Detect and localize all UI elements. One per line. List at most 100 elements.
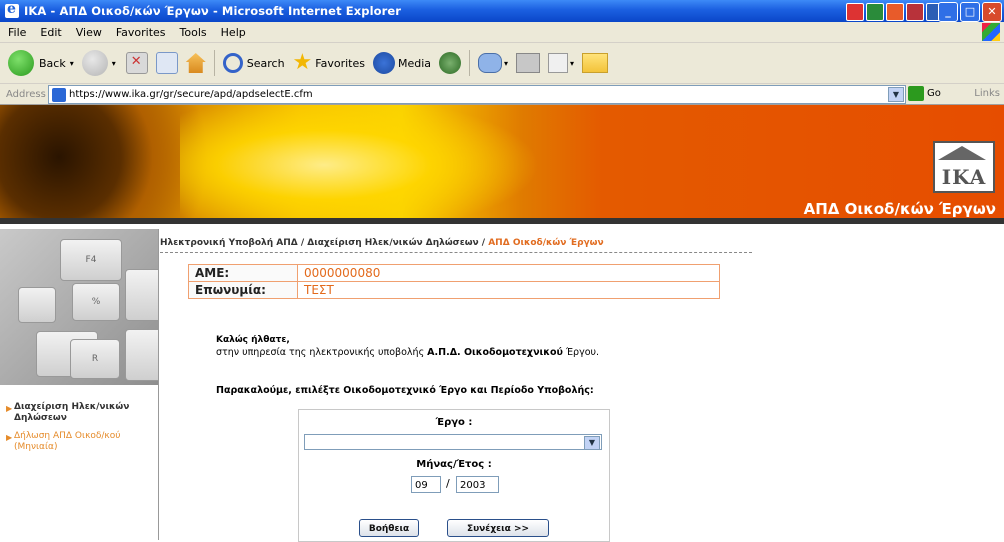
keyboard-key bbox=[125, 329, 158, 381]
welcome-title: Καλώς ήλθατε, bbox=[216, 335, 290, 345]
nav-bullet-icon: ▶ bbox=[6, 404, 13, 413]
site-banner: IKA ΑΠΔ Οικοδ/κών Έργων bbox=[0, 105, 1004, 224]
address-label: Address bbox=[6, 88, 46, 100]
media-icon bbox=[372, 52, 395, 74]
dropdown-arrow-icon[interactable]: ▾ bbox=[112, 59, 116, 68]
date-separator: / bbox=[446, 477, 450, 490]
star-icon: ★ bbox=[292, 50, 313, 75]
nav-item-label: Διαχείριση Ηλεκ/νικών Δηλώσεων bbox=[14, 402, 130, 423]
name-value: ΤΕΣΤ bbox=[297, 281, 720, 299]
keyboard-image: F4 % R bbox=[0, 229, 158, 385]
forward-button[interactable]: ▾ bbox=[81, 50, 116, 76]
search-icon bbox=[222, 53, 243, 73]
selection-form: Έργο : ▼ Μήνας/Έτος : 09 / 2003 Βοήθεια … bbox=[298, 409, 610, 542]
ame-label: AME: bbox=[188, 264, 298, 282]
nav-item-label: Δήλωση ΑΠΔ Οικοδ/κού (Μηνιαία) bbox=[14, 431, 121, 452]
mail-icon[interactable] bbox=[478, 53, 503, 73]
banner-title: ΑΠΔ Οικοδ/κών Έργων bbox=[803, 200, 996, 218]
tray-app-icon[interactable] bbox=[846, 3, 864, 21]
edit-icon[interactable] bbox=[548, 53, 569, 73]
project-select[interactable]: ▼ bbox=[304, 434, 602, 450]
favorites-button[interactable]: ★ Favorites bbox=[292, 50, 365, 75]
menu-view[interactable]: View bbox=[76, 26, 102, 39]
selection-prompt: Παρακαλούμε, επιλέξτε Οικοδομοτεχνικό Έρ… bbox=[216, 385, 594, 396]
home-icon[interactable] bbox=[185, 53, 206, 73]
excel-icon[interactable] bbox=[866, 3, 884, 21]
project-label: Έργο : bbox=[435, 417, 473, 428]
breadcrumb-link-apd[interactable]: Ηλεκτρονική Υποβολή ΑΠΔ / bbox=[160, 238, 307, 248]
ame-value: 0000000080 bbox=[297, 264, 720, 282]
menu-tools[interactable]: Tools bbox=[180, 26, 207, 39]
breadcrumb-divider bbox=[160, 252, 752, 253]
maximize-button[interactable]: □ bbox=[960, 2, 980, 22]
keyboard-key: R bbox=[70, 339, 120, 379]
logo-text: IKA bbox=[941, 165, 987, 189]
nav-item-manage-declarations[interactable]: ▶ Διαχείριση Ηλεκ/νικών Δηλώσεων bbox=[6, 402, 152, 424]
media-label: Media bbox=[397, 56, 432, 70]
keyboard-key bbox=[125, 269, 158, 321]
favorites-label: Favorites bbox=[315, 56, 365, 70]
acrobat-icon[interactable] bbox=[906, 3, 924, 21]
stop-icon[interactable] bbox=[125, 52, 148, 74]
dropdown-arrow-icon[interactable]: ▾ bbox=[504, 59, 508, 68]
banner-divider bbox=[0, 218, 1004, 224]
nav-bullet-icon: ▶ bbox=[6, 433, 13, 442]
welcome-text-part: Έργου. bbox=[562, 347, 600, 358]
go-button[interactable]: Go bbox=[908, 86, 941, 101]
menu-help[interactable]: Help bbox=[221, 26, 246, 39]
address-dropdown-icon[interactable]: ▼ bbox=[888, 87, 904, 102]
search-label: Search bbox=[246, 56, 285, 70]
menu-favorites[interactable]: Favorites bbox=[116, 26, 166, 39]
chevron-down-icon[interactable]: ▼ bbox=[584, 436, 600, 450]
links-button[interactable]: Links bbox=[974, 88, 1000, 99]
page-icon bbox=[52, 87, 66, 102]
left-navigation: ▶ Διαχείριση Ηλεκ/νικών Δηλώσεων ▶ Δήλωσ… bbox=[0, 385, 158, 540]
dropdown-arrow-icon[interactable]: ▾ bbox=[570, 59, 574, 68]
month-year-label: Μήνας/Έτος : bbox=[416, 459, 492, 470]
continue-button[interactable]: Συνέχεια >> bbox=[447, 519, 549, 537]
folder-icon[interactable] bbox=[582, 53, 609, 73]
windows-logo-icon bbox=[982, 23, 1000, 41]
address-url: https://www.ika.gr/gr/secure/apd/apdsele… bbox=[69, 89, 313, 100]
window-title: IKA - ΑΠΔ Οικοδ/κών Έργων - Microsoft In… bbox=[24, 4, 402, 18]
window-controls: _ □ ✕ bbox=[938, 2, 1002, 22]
keyboard-key: % bbox=[72, 283, 120, 321]
minimize-button[interactable]: _ bbox=[938, 2, 958, 22]
dropdown-arrow-icon[interactable]: ▾ bbox=[70, 59, 74, 68]
refresh-icon[interactable] bbox=[155, 52, 178, 74]
ika-logo: IKA bbox=[933, 141, 995, 193]
menu-edit[interactable]: Edit bbox=[40, 26, 61, 39]
window-titlebar: IKA - ΑΠΔ Οικοδ/κών Έργων - Microsoft In… bbox=[0, 0, 1004, 22]
menu-bar: File Edit View Favorites Tools Help bbox=[0, 22, 1004, 43]
petals-image bbox=[180, 105, 540, 224]
taskbar-tray bbox=[846, 3, 944, 21]
keyboard-key: F4 bbox=[60, 239, 122, 281]
powerpoint-icon[interactable] bbox=[886, 3, 904, 21]
go-arrow-icon bbox=[908, 86, 924, 101]
toolbar-separator bbox=[213, 50, 215, 76]
toolbar-separator bbox=[469, 50, 471, 76]
address-input[interactable]: https://www.ika.gr/gr/secure/apd/apdsele… bbox=[48, 85, 906, 104]
breadcrumb-current: ΑΠΔ Οικοδ/κών Έργων bbox=[488, 238, 604, 248]
address-bar: Address https://www.ika.gr/gr/secure/apd… bbox=[0, 84, 1004, 105]
welcome-text: στην υπηρεσία της ηλεκτρονικής υποβολής … bbox=[216, 347, 599, 358]
media-button[interactable]: Media bbox=[372, 52, 432, 74]
go-label: Go bbox=[927, 88, 941, 99]
forward-arrow-icon bbox=[81, 50, 108, 76]
help-button[interactable]: Βοήθεια bbox=[359, 519, 419, 537]
nav-item-monthly-declaration[interactable]: ▶ Δήλωση ΑΠΔ Οικοδ/κού (Μηνιαία) bbox=[6, 431, 152, 453]
month-input[interactable]: 09 bbox=[411, 476, 441, 493]
back-button[interactable]: Back ▾ bbox=[8, 50, 74, 76]
year-input[interactable]: 2003 bbox=[456, 476, 499, 493]
keyboard-key bbox=[18, 287, 56, 323]
search-button[interactable]: Search bbox=[222, 53, 285, 73]
breadcrumb-link-manage[interactable]: Διαχείριση Ηλεκ/νικών Δηλώσεων / bbox=[307, 238, 488, 248]
ie-icon bbox=[5, 1, 19, 18]
table-row: AME: 0000000080 bbox=[188, 264, 720, 282]
menu-file[interactable]: File bbox=[8, 26, 26, 39]
back-arrow-icon bbox=[8, 50, 34, 76]
print-icon[interactable] bbox=[516, 53, 541, 73]
close-button[interactable]: ✕ bbox=[982, 2, 1002, 22]
toolbar: Back ▾ ▾ Search ★ Favorites Media ▾ ▾ bbox=[0, 43, 1004, 84]
history-icon[interactable] bbox=[439, 52, 462, 74]
